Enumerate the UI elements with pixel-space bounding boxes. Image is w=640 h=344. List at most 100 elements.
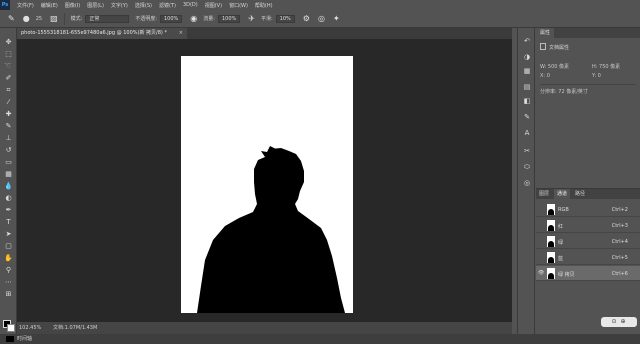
character-panel-icon[interactable]: A xyxy=(522,128,532,138)
menu-layer[interactable]: 图层(L) xyxy=(87,2,104,9)
zoom-tool-icon[interactable]: ⚲ xyxy=(3,266,14,275)
symmetry-icon[interactable]: ✦ xyxy=(333,14,340,23)
channel-shortcut: Ctrl+4 xyxy=(611,239,628,245)
pressure-size-icon[interactable]: ◎ xyxy=(318,14,325,23)
smoothing-label: 平滑: xyxy=(260,16,273,22)
mode-label: 模式: xyxy=(70,16,83,22)
background-color-swatch[interactable] xyxy=(7,324,15,332)
menu-filter[interactable]: 滤镜(T) xyxy=(159,2,176,9)
photoshop-logo: Ps xyxy=(0,0,10,10)
mode-select[interactable]: 正常 xyxy=(85,14,130,23)
stamp-tool-icon[interactable]: ⊥ xyxy=(3,134,14,143)
brush-size-value[interactable]: 25 xyxy=(36,16,42,22)
options-bar: ✎ ● 25 ▨ 模式: 正常 不透明度: 100% ◉ 流量: 100% ✈ … xyxy=(0,10,640,28)
document-canvas[interactable] xyxy=(181,56,353,313)
channel-row-red[interactable]: 红 Ctrl+3 xyxy=(536,218,640,233)
swatches-panel-icon[interactable]: ▦ xyxy=(522,66,532,76)
smoothing-field[interactable]: 10% xyxy=(275,14,295,23)
marquee-tool-icon[interactable]: ⬚ xyxy=(3,50,14,59)
tab-properties[interactable]: 属性 xyxy=(536,28,555,38)
dodge-tool-icon[interactable]: ◐ xyxy=(3,194,14,203)
flow-label: 流量: xyxy=(203,16,215,22)
prop-resolution: 分辨率: 72 像素/英寸 xyxy=(540,89,588,95)
edit-toolbar-icon[interactable]: ⊞ xyxy=(3,290,14,299)
healing-tool-icon[interactable]: ✚ xyxy=(3,110,14,119)
eraser-tool-icon[interactable]: ▭ xyxy=(3,158,14,167)
channels-panel: 图层 通道 路径 RGB Ctrl+2 红 Ctrl+3 绿 Ctrl+4 蓝 … xyxy=(536,188,640,334)
tab-layers[interactable]: 图层 xyxy=(536,189,552,199)
blur-tool-icon[interactable]: 💧 xyxy=(3,182,14,191)
history-brush-icon[interactable]: ↺ xyxy=(3,146,14,155)
adjustments-panel-icon[interactable]: ◧ xyxy=(522,96,532,106)
brush-preset-icon[interactable]: ● xyxy=(23,14,30,23)
flow-field[interactable]: 100% xyxy=(217,14,241,23)
channel-thumbnail xyxy=(547,220,555,231)
pressure-opacity-icon[interactable]: ◉ xyxy=(190,14,197,23)
history-panel-icon[interactable]: ↶ xyxy=(522,36,532,46)
document-size[interactable]: 文档:1.07M/1.43M xyxy=(53,322,97,334)
airbrush-icon[interactable]: ✈ xyxy=(248,14,255,23)
channel-row-rgb[interactable]: RGB Ctrl+2 xyxy=(536,202,640,217)
prop-y[interactable]: Y: 0 xyxy=(592,73,601,79)
prop-width[interactable]: W: 500 像素 xyxy=(540,63,569,70)
canvas-area[interactable] xyxy=(17,39,512,322)
channel-row-blue[interactable]: 蓝 Ctrl+5 xyxy=(536,250,640,265)
paths-tools-icon[interactable]: ✂ xyxy=(522,146,532,156)
channel-thumbnail xyxy=(547,204,555,215)
divider xyxy=(540,84,636,85)
close-tab-icon[interactable]: × xyxy=(179,28,183,39)
menu-help[interactable]: 帮助(H) xyxy=(255,2,273,9)
tab-channels[interactable]: 通道 xyxy=(554,189,571,199)
tab-paths[interactable]: 路径 xyxy=(572,189,588,199)
zoom-level[interactable]: 102.45% xyxy=(19,322,41,334)
quick-select-tool-icon[interactable]: ✐ xyxy=(3,74,14,83)
path-select-tool-icon[interactable]: ➤ xyxy=(3,230,14,239)
channel-row-green[interactable]: 绿 Ctrl+4 xyxy=(536,234,640,249)
brush-panel-icon[interactable]: ▨ xyxy=(50,14,58,23)
prop-x[interactable]: X: 0 xyxy=(540,73,550,79)
properties-header: 文档属性 xyxy=(549,45,570,51)
shape-tool-icon[interactable]: ▢ xyxy=(3,242,14,251)
smoothing-settings-icon[interactable]: ⚙ xyxy=(303,14,310,23)
brush-settings-icon[interactable]: ✎ xyxy=(522,112,532,122)
eyedropper-tool-icon[interactable]: ⁄ xyxy=(3,98,14,107)
eye-icon[interactable]: 👁 xyxy=(538,271,544,276)
styles-panel-icon[interactable]: ⬭ xyxy=(522,162,532,172)
opacity-field[interactable]: 100% xyxy=(160,14,183,23)
menu-select[interactable]: 选择(S) xyxy=(135,2,152,9)
color-panel-icon[interactable]: ◑ xyxy=(522,52,532,62)
menu-bar: Ps 文件(F) 编辑(E) 图像(I) 图层(L) 文字(Y) 选择(S) 滤… xyxy=(0,0,640,10)
channel-actions-button[interactable]: ⊙ ⊕ xyxy=(601,317,637,327)
libraries-panel-icon[interactable]: ◎ xyxy=(522,178,532,188)
timeline-tab[interactable]: 时间轴 xyxy=(3,334,32,344)
channel-thumbnail xyxy=(547,236,555,247)
menu-file[interactable]: 文件(F) xyxy=(17,2,34,9)
crop-tool-icon[interactable]: ⌗ xyxy=(3,86,14,95)
document-tab[interactable]: photo-1555318181-655e97480a6.jpg @ 100%(… xyxy=(17,28,187,39)
pen-tool-icon[interactable]: ✒ xyxy=(3,206,14,215)
brush-tool-icon[interactable]: ✎ xyxy=(8,14,15,23)
more-tools-icon[interactable]: ⋯ xyxy=(3,278,14,287)
prop-height[interactable]: H: 750 像素 xyxy=(592,63,620,70)
type-tool-icon[interactable]: T xyxy=(3,218,14,227)
channel-shortcut: Ctrl+2 xyxy=(611,207,628,213)
channel-thumbnail xyxy=(547,252,555,263)
lasso-tool-icon[interactable]: ➰ xyxy=(3,62,14,71)
channel-thumbnail xyxy=(547,268,555,279)
menu-window[interactable]: 窗口(W) xyxy=(229,2,248,9)
brush-tool-icon[interactable]: ✎ xyxy=(3,122,14,131)
menu-view[interactable]: 视图(V) xyxy=(205,2,222,9)
gradient-tool-icon[interactable]: ▦ xyxy=(3,170,14,179)
properties-panel-icon[interactable]: ▤ xyxy=(522,82,532,92)
move-tool-icon[interactable]: ✥ xyxy=(3,38,14,47)
channel-row-green-copy[interactable]: 👁 绿 拷贝 Ctrl+6 xyxy=(536,266,640,281)
hand-tool-icon[interactable]: ✋ xyxy=(3,254,14,263)
properties-panel: 属性 文档属性 W: 500 像素 H: 750 像素 X: 0 Y: 0 分辨… xyxy=(536,28,640,184)
menu-image[interactable]: 图像(I) xyxy=(65,2,80,9)
menu-type[interactable]: 文字(Y) xyxy=(111,2,128,9)
menu-3d[interactable]: 3D(D) xyxy=(183,2,198,8)
channels-tab-bar: 图层 通道 路径 xyxy=(536,189,640,199)
channel-name: 绿 xyxy=(558,240,564,246)
document-tab-strip: photo-1555318181-655e97480a6.jpg @ 100%(… xyxy=(17,28,512,39)
menu-edit[interactable]: 编辑(E) xyxy=(41,2,58,9)
